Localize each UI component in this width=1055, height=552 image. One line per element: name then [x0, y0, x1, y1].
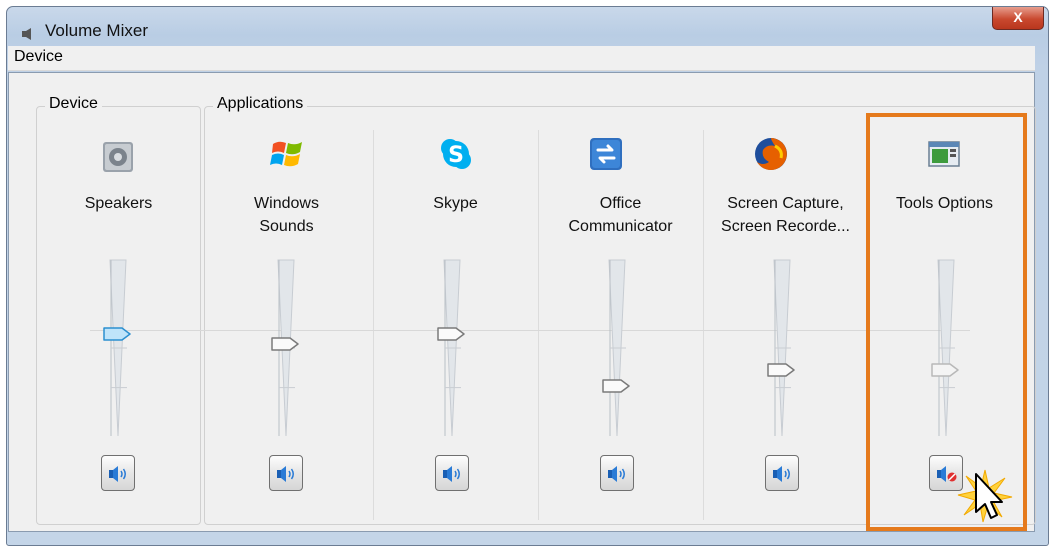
mute-button[interactable]: [600, 455, 634, 491]
volume-slider-thumb[interactable]: [436, 326, 466, 342]
close-button[interactable]: X: [992, 7, 1044, 30]
channel-label-line1: Skype: [433, 195, 478, 212]
channel-label-line1: Office: [599, 195, 642, 212]
volume-slider-thumb[interactable]: [270, 336, 300, 352]
svg-text:S: S: [448, 143, 464, 168]
column-separator: [538, 130, 539, 520]
channel-label-line2: Sounds: [259, 218, 314, 235]
channel-label-line1: Windows: [254, 195, 319, 212]
speaker-icon: [443, 466, 460, 482]
firefox-icon: [755, 138, 787, 170]
level-guide-line: [90, 330, 970, 331]
menu-device[interactable]: Device: [12, 48, 65, 66]
skype-icon: S: [441, 139, 471, 169]
window-title: Volume Mixer: [45, 21, 148, 40]
speaker-icon: [109, 466, 126, 482]
mouse-cursor-icon: [975, 473, 1003, 519]
mute-button[interactable]: [269, 455, 303, 491]
volume-slider-thumb[interactable]: [766, 362, 796, 378]
menu-bar: Device: [8, 46, 1035, 71]
applications-group-label: Applications: [213, 95, 308, 113]
mute-button[interactable]: [435, 455, 469, 491]
channel-label-line2: Communicator: [568, 218, 673, 235]
speaker-icon: [103, 142, 133, 172]
channel-label-line2: Screen Recorde...: [721, 218, 850, 235]
channel-label: Office Communicator: [538, 192, 703, 238]
channel-label-line1: Screen Capture,: [727, 195, 844, 212]
speaker-icon: [277, 466, 294, 482]
office-communicator-icon: [590, 138, 622, 170]
volume-slider-track[interactable]: [606, 258, 628, 438]
volume-slider-track[interactable]: [441, 258, 463, 438]
channel-label: Windows Sounds: [204, 192, 369, 238]
device-group-label: Device: [45, 95, 102, 113]
channel-label-line1: Speakers: [84, 195, 153, 212]
volume-slider-thumb[interactable]: [601, 378, 631, 394]
mute-button[interactable]: [765, 455, 799, 491]
column-separator: [703, 130, 704, 520]
volume-slider-thumb[interactable]: [102, 326, 132, 342]
speaker-small-icon: [22, 28, 31, 40]
speaker-icon: [608, 466, 625, 482]
volume-slider-track[interactable]: [771, 258, 793, 438]
volume-slider-track[interactable]: [107, 258, 129, 438]
channel-label: Screen Capture, Screen Recorde...: [703, 192, 868, 238]
channel-label: Speakers: [36, 192, 201, 215]
mute-button[interactable]: [101, 455, 135, 491]
windows-logo-icon: [270, 141, 302, 167]
speaker-icon: [773, 466, 790, 482]
column-separator: [373, 130, 374, 520]
channel-label: Skype: [373, 192, 538, 215]
